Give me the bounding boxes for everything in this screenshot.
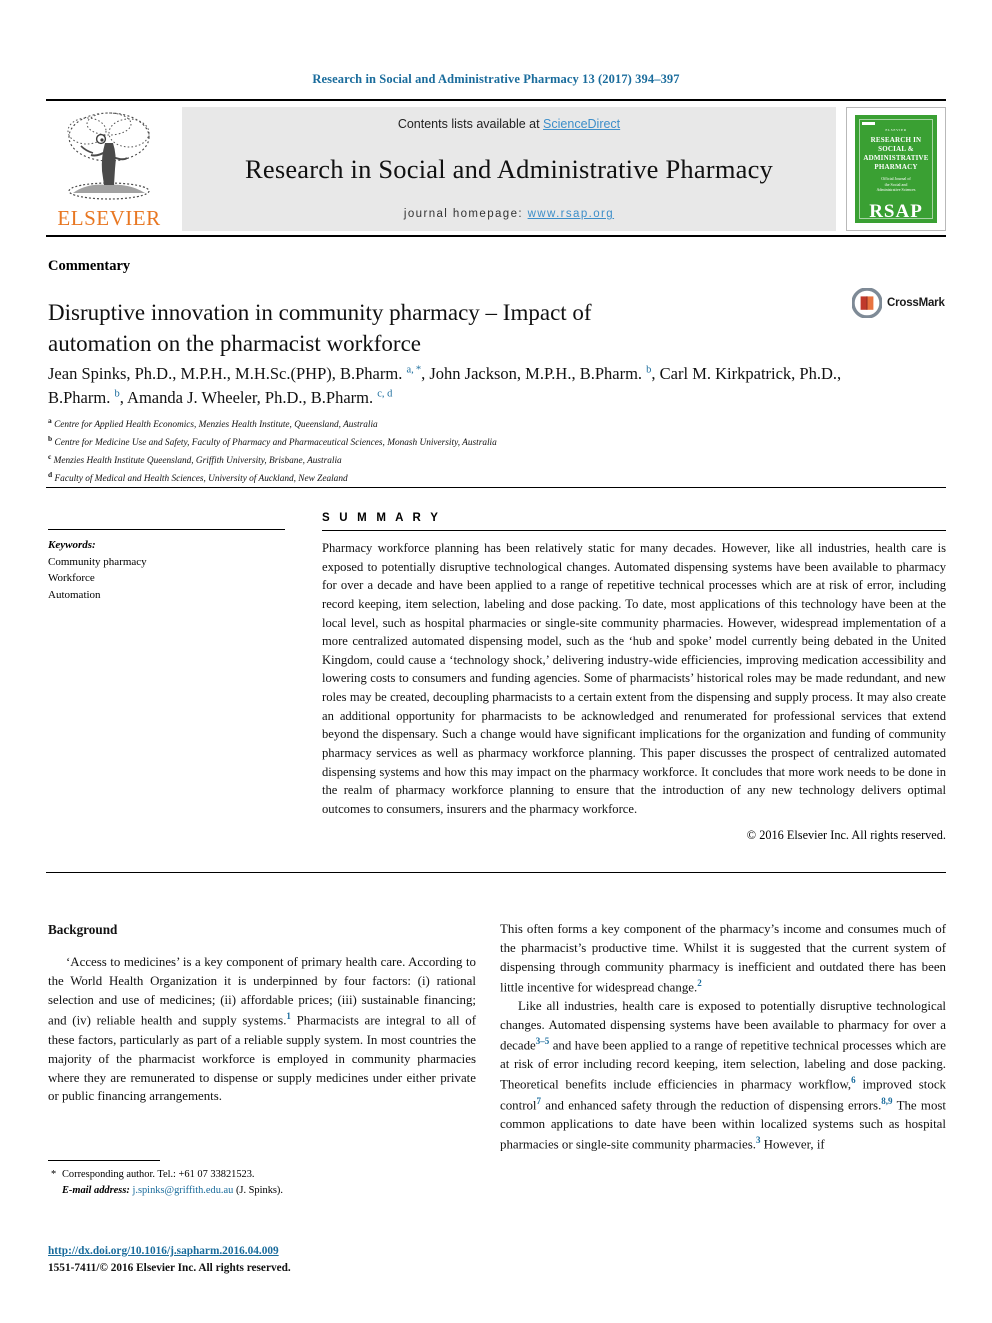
affiliation-marker: d: [48, 470, 53, 480]
journal-cover-thumbnail[interactable]: ELSEVIER RESEARCH IN SOCIAL & ADMINISTRA…: [846, 107, 946, 231]
abstract-bottom-rule: [46, 872, 946, 873]
corresponding-author-text: Corresponding author. Tel.: +61 07 33821…: [62, 1169, 255, 1180]
homepage-prefix: journal homepage:: [403, 208, 528, 220]
keyword-item: Community pharmacy: [48, 555, 147, 568]
issn-copyright-line: 1551-7411/© 2016 Elsevier Inc. All right…: [48, 1261, 291, 1274]
sciencedirect-link[interactable]: ScienceDirect: [543, 117, 620, 131]
keywords-top-rule: [48, 529, 285, 530]
footnote-rule: [48, 1160, 160, 1161]
affiliation-item: d Faculty of Medical and Health Sciences…: [48, 470, 348, 485]
affiliation-list: a Centre for Applied Health Economics, M…: [48, 415, 878, 488]
doi-link[interactable]: http://dx.doi.org/10.1016/j.sapharm.2016…: [48, 1245, 279, 1257]
article-page: Research in Social and Administrative Ph…: [0, 0, 992, 1323]
elsevier-tree-icon: [67, 112, 150, 200]
summary-top-rule: [322, 530, 946, 531]
masthead-center: Contents lists available at ScienceDirec…: [182, 107, 836, 231]
affiliation-item: b Centre for Medicine Use and Safety, Fa…: [48, 434, 497, 449]
journal-homepage-link[interactable]: www.rsap.org: [528, 208, 614, 220]
crossmark-label: CrossMark: [887, 297, 945, 309]
body-paragraph: This often forms a key component of the …: [500, 922, 946, 995]
email-link[interactable]: j.spinks@griffith.edu.au: [132, 1185, 233, 1196]
body-column-right: This often forms a key component of the …: [500, 920, 946, 1154]
summary-heading: S U M M A R Y: [322, 512, 442, 524]
page-title: Disruptive innovation in community pharm…: [48, 300, 592, 356]
keywords-block: Keywords: Community pharmacy Workforce A…: [48, 537, 285, 604]
email-note: E-mail address: j.spinks@griffith.edu.au…: [48, 1183, 478, 1199]
email-label: E-mail address:: [62, 1185, 130, 1197]
header-divider: [46, 487, 946, 488]
cover-acronym: RSAP: [869, 201, 923, 222]
affiliation-marker: c: [48, 452, 52, 462]
cover-subtitle: Official Journal of the Social and Adminis…: [876, 176, 916, 192]
summary-copyright: © 2016 Elsevier Inc. All rights reserved…: [746, 828, 946, 842]
journal-title: Research in Social and Administrative Ph…: [244, 154, 774, 184]
masthead-bottom-rule: [46, 235, 946, 237]
summary-text: Pharmacy workforce planning has been rel…: [322, 541, 946, 816]
body-paragraph: Like all industries, health care is expo…: [500, 999, 947, 1152]
body-paragraph: ‘Access to medicines’ is a key component…: [48, 955, 476, 1104]
elsevier-wordmark: ELSEVIER: [57, 206, 161, 230]
affiliation-item: a Centre for Applied Health Economics, M…: [48, 416, 378, 431]
keyword-item: Workforce: [48, 572, 95, 585]
article-type: Commentary: [48, 258, 131, 274]
crossmark-icon: [852, 288, 882, 318]
doi-block: http://dx.doi.org/10.1016/j.sapharm.2016…: [48, 1243, 478, 1276]
contents-prefix: Contents lists available at: [397, 117, 544, 131]
section-heading-background: Background: [48, 922, 118, 937]
cover-publisher-mark: [862, 122, 875, 126]
keywords-heading: Keywords:: [48, 539, 96, 551]
crossmark-badge[interactable]: CrossMark: [852, 288, 945, 318]
journal-homepage-line: journal homepage: www.rsap.org: [404, 208, 614, 220]
affiliation-marker: a: [48, 416, 52, 425]
affiliation-marker: b: [48, 434, 53, 444]
elsevier-logo: ELSEVIER: [46, 107, 172, 231]
affiliation-item: c Menzies Health Institute Queensland, G…: [48, 452, 342, 467]
asterisk-icon: *: [51, 1169, 57, 1180]
cover-journal-title: RESEARCH IN SOCIAL & ADMINISTRATIVE PHAR…: [863, 136, 929, 171]
footnote-block: * Corresponding author. Tel.: +61 07 338…: [48, 1167, 478, 1199]
author-list: Jean Spinks, Ph.D., M.P.H., M.H.Sc.(PHP)…: [48, 364, 842, 407]
keyword-item: Automation: [48, 589, 101, 602]
cover-publisher-name: ELSEVIER: [885, 128, 907, 133]
body-column-left: Background ‘Access to medicines’ is a ke…: [48, 920, 476, 1106]
corresponding-author-note: * Corresponding author. Tel.: +61 07 338…: [48, 1167, 478, 1183]
journal-masthead: ELSEVIER Contents lists available at Sci…: [46, 99, 946, 231]
running-head: Research in Social and Administrative Ph…: [312, 72, 680, 86]
contents-available-line: Contents lists available at ScienceDirec…: [398, 117, 620, 131]
email-owner: (J. Spinks).: [235, 1185, 283, 1197]
